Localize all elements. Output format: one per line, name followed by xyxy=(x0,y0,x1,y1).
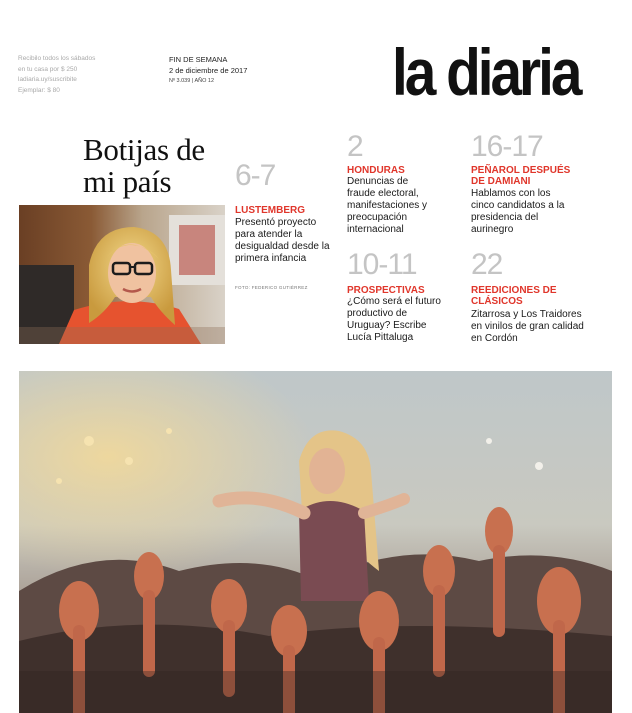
headline-line: mi país xyxy=(83,164,172,199)
promo-price: Ejemplar: $ 80 xyxy=(18,86,60,94)
item-summary: ¿Cómo será el futuro productivo de Urugu… xyxy=(347,296,441,343)
item-page-number: 10-11 xyxy=(347,248,418,281)
item-page-number: 16-17 xyxy=(471,130,544,163)
lead-kicker[interactable]: LUSTEMBERG xyxy=(235,205,305,216)
photo-credit: FOTO: FEDERICO GUTIÉRREZ xyxy=(235,285,308,290)
edition-info: FIN DE SEMANA 2 de diciembre de 2017 Nº … xyxy=(169,55,247,87)
lead-photo[interactable] xyxy=(19,205,225,344)
headline-line: Botijas de xyxy=(83,132,205,167)
item-summary: Zitarrosa y Los Traidores en vinilos de … xyxy=(471,309,584,344)
newspaper-logo[interactable]: la diaria xyxy=(392,36,582,108)
promo-line: en tu casa por $ 250 xyxy=(18,65,78,73)
promo-line: Recibilo todos los sábados xyxy=(18,55,96,62)
lead-summary: Presentó proyecto para atender la desigu… xyxy=(235,217,330,264)
edition-date: 2 de diciembre de 2017 xyxy=(169,65,248,75)
item-summary: Hablamos con los cinco candidatos a la p… xyxy=(471,188,565,235)
item-kicker[interactable]: REEDICIONES DE CLÁSICOS xyxy=(471,285,561,307)
item-kicker[interactable]: HONDURAS xyxy=(347,165,457,176)
edition-number: Nº 3.039 | AÑO 12 xyxy=(169,78,215,84)
item-page-number: 22 xyxy=(471,248,503,281)
subscription-promo: Recibilo todos los sábados en tu casa po… xyxy=(18,54,95,96)
item-page-number: 2 xyxy=(347,130,364,163)
item-kicker[interactable]: PROSPECTIVAS xyxy=(347,285,457,296)
concert-crowd-illustration xyxy=(19,371,612,713)
lead-headline[interactable]: Botijas de mi país xyxy=(83,134,205,198)
edition-label: FIN DE SEMANA xyxy=(169,55,228,64)
hero-photo[interactable] xyxy=(19,371,612,713)
promo-link[interactable]: ladiaria.uy/suscribite xyxy=(18,75,95,86)
portrait-illustration xyxy=(19,205,225,344)
lead-page-number: 6-7 xyxy=(235,159,276,192)
item-summary: Denuncias de fraude electoral, manifesta… xyxy=(347,176,428,235)
item-kicker[interactable]: PEÑAROL DESPUÉS DE DAMIANI xyxy=(471,165,581,187)
